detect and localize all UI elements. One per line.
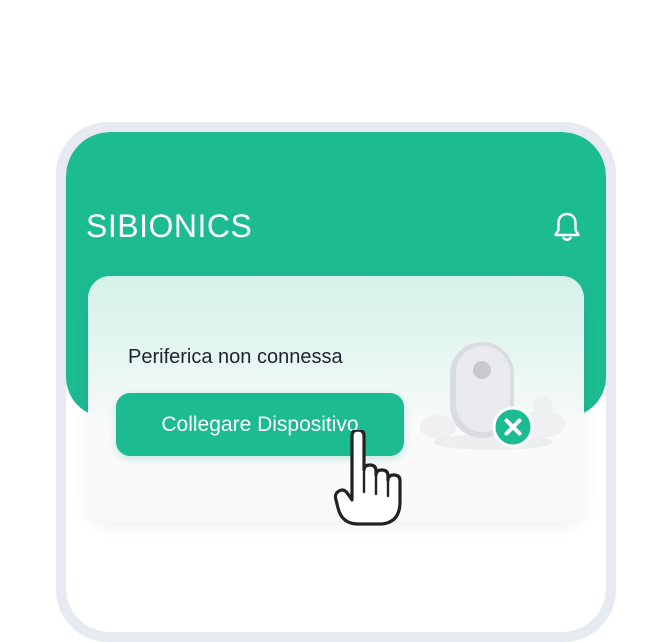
notifications-button[interactable] [550,210,584,244]
brand-logo: SIBIONICS [86,208,253,244]
bell-icon [554,212,580,241]
app-screen: SIBIONICS Periferica non connessa Colleg… [66,132,606,632]
hand-pointer-icon [333,430,402,526]
device-status-text: Periferica non connessa [128,346,343,368]
close-icon [492,406,534,448]
